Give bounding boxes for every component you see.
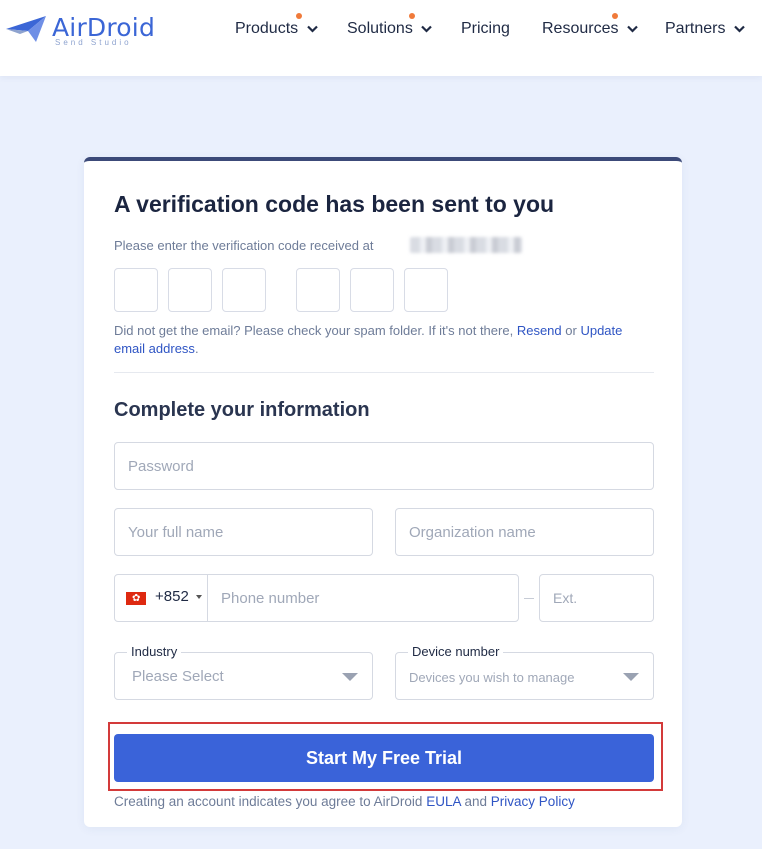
device-number-select[interactable]: Device number Devices you wish to manage — [395, 644, 654, 700]
industry-label: Industry — [127, 644, 182, 659]
redacted-email — [410, 237, 522, 253]
phone-ext-separator — [524, 598, 534, 599]
chevron-down-icon — [627, 25, 638, 33]
code-digit-2[interactable] — [168, 268, 212, 312]
chevron-down-icon — [734, 25, 745, 33]
password-input[interactable] — [115, 443, 653, 489]
nav-label: Resources — [542, 20, 619, 37]
new-dot-indicator — [409, 13, 415, 19]
start-free-trial-button[interactable]: Start My Free Trial — [114, 734, 654, 782]
privacy-policy-link[interactable]: Privacy Policy — [491, 794, 575, 809]
resend-note-text: Did not get the email? Please check your… — [114, 323, 514, 338]
chevron-down-icon — [306, 25, 318, 33]
fullname-field — [114, 508, 373, 556]
note-period: . — [194, 341, 199, 356]
brand-sub: Send Studio — [55, 38, 132, 47]
signup-card: A verification code has been sent to you… — [84, 157, 682, 827]
nav-label: Partners — [665, 20, 726, 37]
resend-link[interactable]: Resend — [517, 323, 562, 338]
fullname-input[interactable] — [115, 509, 372, 555]
code-digit-6[interactable] — [404, 268, 448, 312]
ext-field — [539, 574, 654, 622]
site-header: AirDroid Send Studio Products Solutions … — [0, 0, 762, 76]
legal-prefix: Creating an account indicates you agree … — [114, 794, 423, 809]
or-text: or — [565, 323, 577, 338]
country-code-select[interactable]: ✿ +852 — [115, 575, 208, 621]
nav-resources[interactable]: Resources — [542, 13, 638, 42]
dial-code: +852 — [155, 588, 189, 605]
phone-input[interactable] — [208, 575, 518, 621]
airdroid-logo[interactable]: AirDroid Send Studio — [6, 12, 155, 48]
nav-label: Pricing — [461, 20, 510, 37]
legal-text: Creating an account indicates you agree … — [114, 794, 575, 809]
organization-input[interactable] — [396, 509, 653, 555]
legal-and: and — [464, 794, 488, 809]
password-field — [114, 442, 654, 490]
verification-title: A verification code has been sent to you — [114, 191, 555, 217]
resend-note: Did not get the email? Please check your… — [114, 322, 654, 358]
nav-products[interactable]: Products — [235, 13, 318, 42]
caret-down-icon — [196, 595, 202, 599]
nav-label: Products — [235, 20, 299, 37]
code-digit-4[interactable] — [296, 268, 340, 312]
paper-plane-logo-icon — [6, 16, 46, 42]
eula-link[interactable]: EULA — [426, 794, 461, 809]
organization-field — [395, 508, 654, 556]
industry-value: Please Select — [132, 668, 224, 685]
hong-kong-flag-icon: ✿ — [126, 592, 146, 605]
ext-input[interactable] — [540, 575, 653, 621]
device-number-label: Device number — [408, 644, 504, 659]
verification-subtitle: Please enter the verification code recei… — [114, 238, 374, 253]
nav-label: Solutions — [347, 20, 413, 37]
complete-info-title: Complete your information — [114, 399, 370, 421]
device-number-value: Devices you wish to manage — [409, 670, 575, 685]
nav-solutions[interactable]: Solutions — [347, 13, 433, 42]
chevron-down-icon — [421, 25, 433, 33]
new-dot-indicator — [612, 13, 618, 19]
nav-partners[interactable]: Partners — [665, 20, 745, 42]
caret-down-icon — [623, 673, 639, 681]
phone-field: ✿ +852 — [114, 574, 519, 622]
code-digit-1[interactable] — [114, 268, 158, 312]
caret-down-icon — [342, 673, 358, 681]
code-digit-3[interactable] — [222, 268, 266, 312]
industry-select[interactable]: Industry Please Select — [114, 644, 373, 700]
new-dot-indicator — [296, 13, 302, 19]
code-digit-5[interactable] — [350, 268, 394, 312]
nav-pricing[interactable]: Pricing — [461, 20, 510, 42]
section-divider — [114, 372, 654, 373]
